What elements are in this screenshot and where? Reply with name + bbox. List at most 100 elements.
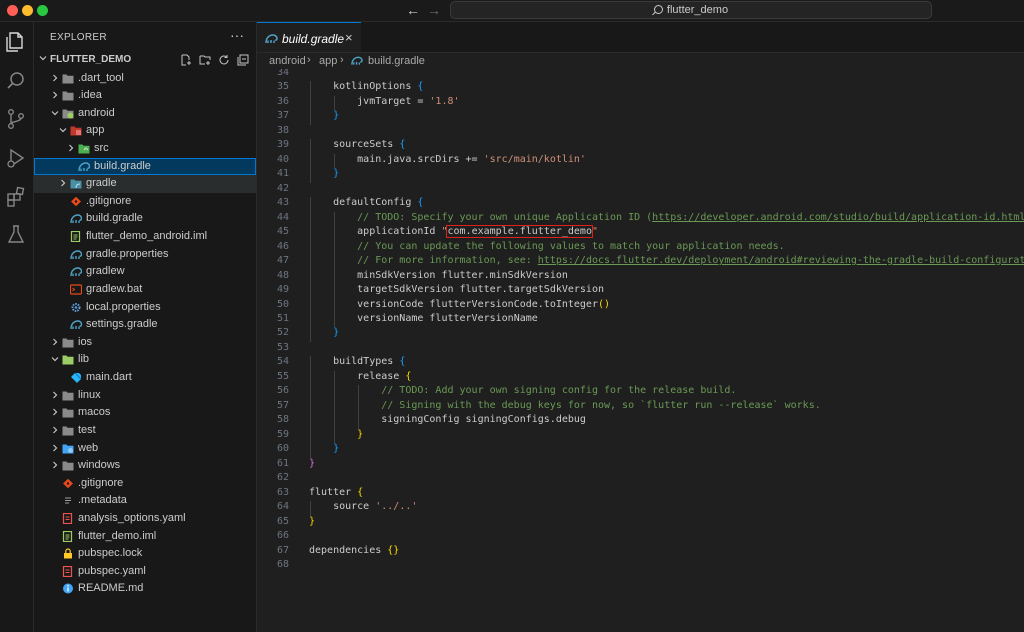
tree-item[interactable]: app — [34, 122, 256, 140]
code-token: { — [399, 356, 406, 368]
tree-item[interactable]: .gitignore — [34, 475, 256, 493]
close-window-button[interactable] — [7, 5, 18, 16]
refresh-icon[interactable] — [218, 54, 230, 66]
chevron-right-icon[interactable] — [50, 90, 60, 100]
code-line: // Signing with the debug keys for now, … — [381, 400, 821, 411]
tree-item[interactable]: pubspec.lock — [34, 545, 256, 563]
code-editor[interactable]: 34 35 kotlinOptions {36 jvmTarget = '1.8' 37… — [257, 69, 1024, 632]
tree-item[interactable]: gradle.properties — [34, 246, 256, 264]
new-folder-icon[interactable] — [199, 54, 211, 66]
explorer-icon[interactable] — [4, 30, 28, 54]
chevron-down-icon[interactable] — [50, 108, 60, 118]
tree-item[interactable]: flutter_demo.iml — [34, 528, 256, 546]
extensions-icon[interactable] — [4, 185, 28, 209]
tree-item[interactable]: settings.gradle — [34, 316, 256, 334]
code-token: { — [399, 139, 406, 151]
src-folder-icon — [78, 144, 90, 154]
chevron-down-icon — [39, 56, 47, 61]
code-token: main.java.srcDirs += — [357, 153, 484, 165]
collapse-all-icon[interactable] — [237, 54, 249, 66]
indent-guide — [310, 501, 311, 516]
tree-item[interactable]: build.gradle — [34, 157, 256, 176]
indent-guide — [334, 255, 336, 270]
chevron-right-icon[interactable] — [58, 178, 68, 188]
forward-arrow-icon[interactable]: → — [427, 2, 441, 18]
testing-icon[interactable] — [4, 223, 28, 247]
tree-item[interactable]: .metadata — [34, 492, 256, 510]
tree-item[interactable]: main.dart — [34, 369, 256, 387]
tree-item[interactable]: .idea — [34, 87, 256, 105]
tab-build-gradle[interactable]: build.gradle × — [257, 22, 361, 52]
tree-item[interactable]: src — [34, 140, 256, 158]
new-file-icon[interactable] — [180, 54, 192, 66]
tree-item[interactable]: build.gradle — [34, 210, 256, 228]
line-number: 52 — [276, 327, 289, 339]
line-number: 61 — [276, 457, 289, 469]
tree-item[interactable]: macos — [34, 404, 256, 422]
search-view-icon[interactable] — [4, 69, 28, 93]
tree-item-label: pubspec.yaml — [78, 564, 146, 577]
indent-guide — [310, 110, 311, 125]
chevron-right-icon[interactable] — [50, 407, 60, 417]
tree-item[interactable]: gradle — [34, 175, 256, 193]
zoom-window-button[interactable] — [37, 5, 48, 16]
tree-item[interactable]: pubspec.yaml — [34, 563, 256, 581]
web-folder-icon — [62, 444, 74, 454]
tree-item[interactable]: web — [34, 440, 256, 458]
code-token: } — [333, 110, 340, 122]
close-tab-icon[interactable]: × — [345, 30, 353, 45]
breadcrumb-android[interactable]: android — [269, 55, 306, 67]
source-control-icon[interactable] — [4, 107, 28, 131]
workspace-root[interactable]: FLUTTER_DEMO — [34, 52, 256, 69]
code-token: https://developer.android.com/studio/bui… — [652, 211, 1024, 223]
chevron-down-icon[interactable] — [50, 354, 60, 364]
run-debug-icon[interactable] — [4, 146, 28, 170]
code-token: // You can update the following values t… — [357, 240, 785, 252]
chevron-right-icon[interactable] — [50, 73, 60, 83]
tree-item[interactable]: .dart_tool — [34, 70, 256, 88]
chevron-right-icon[interactable] — [50, 443, 60, 453]
code-token: applicationId — [357, 226, 442, 238]
tree-item[interactable]: gradlew.bat — [34, 281, 256, 299]
tree-item[interactable]: .gitignore — [34, 193, 256, 211]
command-center-search[interactable]: flutter_demo — [450, 1, 932, 19]
tree-item-label: gradle — [86, 177, 117, 190]
tree-item-label: src — [94, 141, 109, 154]
highlighted-application-id: com.example.flutter_demo — [446, 225, 593, 239]
back-arrow-icon[interactable]: ← — [406, 2, 420, 18]
tree-item-label: gradlew — [86, 265, 125, 278]
chevron-right-icon[interactable] — [50, 337, 60, 347]
tree-item[interactable]: linux — [34, 387, 256, 405]
breadcrumb-app[interactable]: app — [319, 55, 337, 67]
tree-item[interactable]: gradlew — [34, 263, 256, 281]
code-token: flutter — [309, 486, 358, 498]
tree-item[interactable]: test — [34, 422, 256, 440]
tree-item[interactable]: analysis_options.yaml — [34, 510, 256, 528]
chevron-right-icon[interactable] — [50, 460, 60, 470]
tree-item[interactable]: local.properties — [34, 299, 256, 317]
code-token: { — [417, 197, 424, 209]
code-token: jvmTarget = — [357, 95, 430, 107]
indent-guide — [334, 370, 336, 386]
code-token: // Signing with the debug keys for now, … — [381, 399, 821, 411]
code-line: sourceSets { — [333, 139, 405, 150]
tree-item[interactable]: ios — [34, 334, 256, 352]
chevron-right-icon[interactable] — [50, 425, 60, 435]
breadcrumb-file[interactable]: build.gradle — [368, 55, 425, 67]
indent-guide — [310, 385, 311, 400]
tree-item[interactable]: windows — [34, 457, 256, 475]
chevron-right-icon[interactable] — [66, 143, 76, 153]
line-number: 43 — [276, 197, 289, 209]
tree-item[interactable]: lib — [34, 351, 256, 369]
chevron-right-icon[interactable] — [50, 390, 60, 400]
code-line: signingConfig signingConfigs.debug — [381, 414, 586, 425]
yaml-icon — [62, 565, 73, 577]
chevron-down-icon[interactable] — [58, 125, 68, 135]
tree-item[interactable]: android — [34, 105, 256, 123]
tree-item[interactable]: README.md — [34, 580, 256, 598]
tree-item[interactable]: flutter_demo_android.iml — [34, 228, 256, 246]
code-line: } — [309, 516, 315, 527]
more-actions-icon[interactable]: ··· — [230, 27, 244, 43]
code-token: { — [417, 81, 424, 93]
minimize-window-button[interactable] — [22, 5, 33, 16]
